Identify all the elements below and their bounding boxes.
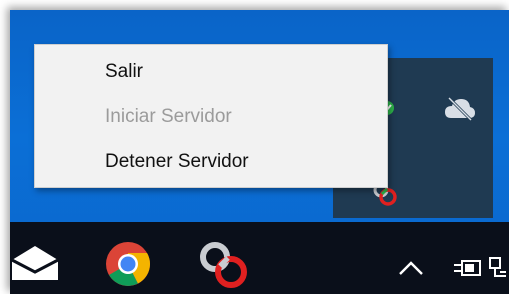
network-icon[interactable] bbox=[488, 256, 508, 282]
server-app-icon[interactable] bbox=[198, 240, 256, 290]
chrome-icon[interactable] bbox=[104, 240, 152, 288]
menu-item-detener-servidor[interactable]: Detener Servidor bbox=[105, 147, 249, 177]
tray-context-menu: Salir Iniciar Servidor Detener Servidor bbox=[34, 44, 388, 188]
cloud-offline-icon[interactable] bbox=[443, 96, 477, 122]
chevron-up-icon[interactable] bbox=[398, 260, 424, 276]
menu-item-salir[interactable]: Salir bbox=[105, 57, 143, 87]
power-plug-icon[interactable] bbox=[454, 258, 482, 278]
menu-item-iniciar-servidor: Iniciar Servidor bbox=[105, 106, 232, 127]
screenshot-frame: Salir Iniciar Servidor Detener Servidor bbox=[0, 0, 509, 294]
taskbar bbox=[10, 222, 509, 294]
desktop: Salir Iniciar Servidor Detener Servidor bbox=[10, 10, 509, 294]
mail-icon[interactable] bbox=[12, 244, 58, 280]
